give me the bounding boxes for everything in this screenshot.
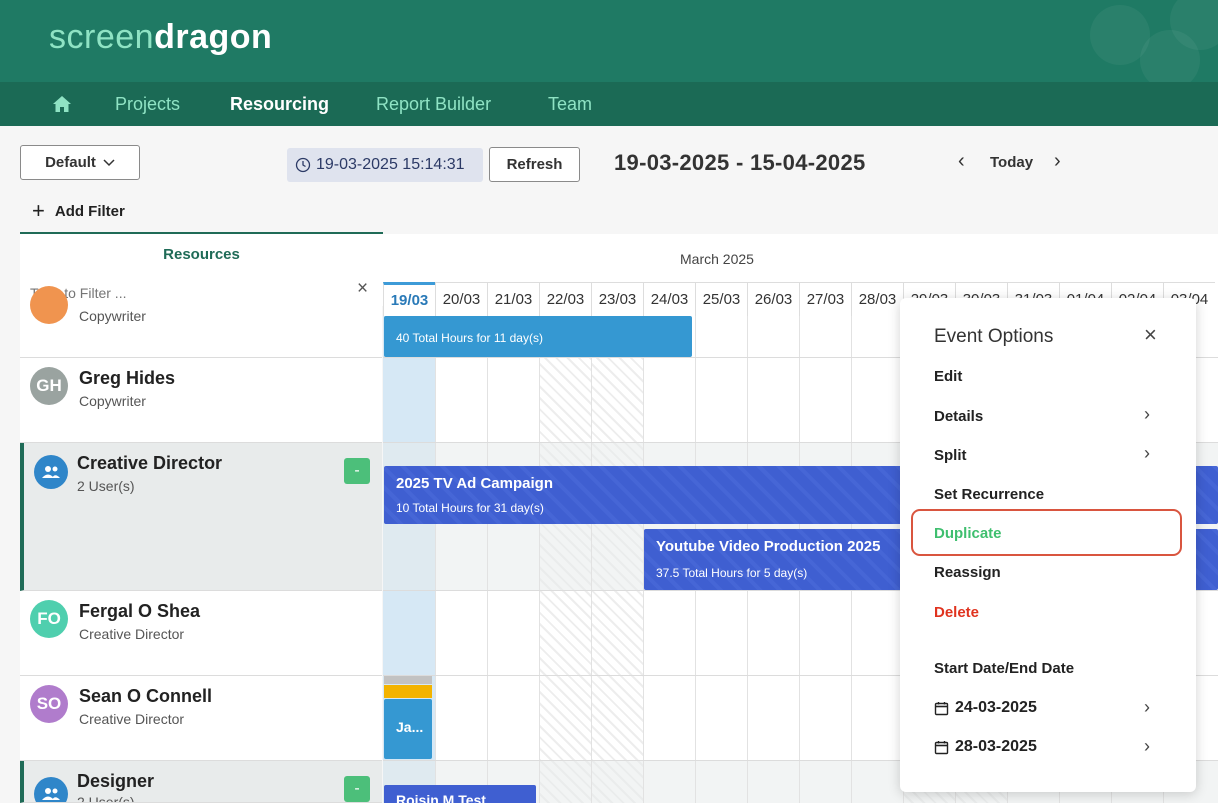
logo[interactable]: screendragon — [49, 18, 272, 57]
event-marker — [384, 676, 432, 684]
resource-filter-input[interactable] — [30, 285, 330, 301]
chevron-down-icon — [103, 158, 115, 166]
event-bar[interactable]: 40 Total Hours for 11 day(s) — [384, 316, 692, 357]
main-nav: Projects Resourcing Report Builder Team — [0, 82, 1218, 126]
event-bar[interactable]: Ja... — [384, 699, 432, 759]
dates-heading: Start Date/End Date — [934, 660, 1075, 677]
nav-report-builder[interactable]: Report Builder — [376, 94, 491, 115]
nav-projects[interactable]: Projects — [115, 94, 180, 115]
start-date-row[interactable]: 24-03-2025 — [934, 699, 1037, 717]
avatar — [30, 286, 68, 324]
day-header[interactable]: 21/03 — [487, 282, 539, 316]
group-icon — [34, 455, 68, 489]
resource-row[interactable]: SO Sean O Connell Creative Director — [20, 676, 382, 761]
resource-group-row[interactable]: Designer 2 User(s) - — [20, 761, 382, 803]
avatar: FO — [30, 600, 68, 638]
resource-row[interactable]: FO Fergal O Shea Creative Director — [20, 591, 382, 676]
resource-row[interactable]: GH Greg Hides Copywriter — [20, 358, 382, 443]
resource-row[interactable]: Copywriter — [20, 286, 382, 358]
clock-icon — [295, 157, 311, 173]
close-icon[interactable]: × — [1144, 322, 1157, 348]
avatar: GH — [30, 367, 68, 405]
option-set-recurrence[interactable]: Set Recurrence — [934, 486, 1044, 503]
day-header[interactable]: 23/03 — [591, 282, 643, 316]
popup-title: Event Options — [934, 326, 1054, 347]
option-delete[interactable]: Delete — [934, 604, 979, 621]
date-range-title: 19-03-2025 - 15-04-2025 — [614, 150, 866, 175]
calendar-icon — [934, 701, 949, 715]
day-header[interactable]: 20/03 — [435, 282, 487, 316]
option-details[interactable]: Details — [934, 408, 983, 425]
calendar-icon — [934, 740, 949, 754]
day-header[interactable]: 27/03 — [799, 282, 851, 316]
add-filter-button[interactable]: + Add Filter — [32, 198, 125, 224]
chevron-right-icon[interactable]: › — [1144, 404, 1150, 425]
option-reassign[interactable]: Reassign — [934, 564, 1001, 581]
option-split[interactable]: Split — [934, 447, 967, 464]
day-header[interactable]: 25/03 — [695, 282, 747, 316]
refresh-button[interactable]: Refresh — [489, 147, 580, 182]
event-bar[interactable]: Roisin M Test — [384, 785, 536, 803]
view-dropdown[interactable]: Default — [20, 145, 140, 180]
plus-icon: + — [32, 198, 45, 223]
nav-resourcing[interactable]: Resourcing — [230, 94, 329, 115]
month-label: March 2025 — [680, 251, 754, 267]
collapse-group-button[interactable]: - — [344, 458, 370, 484]
chevron-right-icon[interactable]: › — [1144, 443, 1150, 464]
event-options-popup: Event Options × Edit Details › Split › S… — [900, 298, 1196, 792]
clear-filter-icon[interactable]: × — [357, 278, 368, 300]
last-updated: 19-03-2025 15:14:31 — [287, 148, 483, 182]
today-button[interactable]: Today — [990, 154, 1033, 171]
next-period-button[interactable]: › — [1054, 150, 1061, 173]
resources-title: Resources — [163, 246, 240, 263]
end-date-row[interactable]: 28-03-2025 — [934, 738, 1037, 756]
option-edit[interactable]: Edit — [934, 368, 962, 385]
resource-group-row[interactable]: Creative Director 2 User(s) - — [20, 443, 382, 591]
resources-panel-header: Resources × — [20, 232, 383, 306]
home-icon[interactable] — [52, 95, 72, 113]
collapse-group-button[interactable]: - — [344, 776, 370, 802]
day-header[interactable]: 24/03 — [643, 282, 695, 316]
chevron-right-icon[interactable]: › — [1144, 736, 1150, 757]
day-header[interactable]: 22/03 — [539, 282, 591, 316]
day-header[interactable]: 26/03 — [747, 282, 799, 316]
brand-bar: screendragon — [0, 0, 1218, 82]
avatar: SO — [30, 685, 68, 723]
prev-period-button[interactable]: ‹ — [958, 150, 965, 173]
day-header[interactable]: 19/03 — [383, 282, 435, 316]
group-icon — [34, 777, 68, 802]
option-duplicate[interactable]: Duplicate — [934, 525, 1002, 542]
event-marker — [384, 685, 432, 698]
day-header[interactable]: 28/03 — [851, 282, 903, 316]
nav-team[interactable]: Team — [548, 94, 592, 115]
chevron-right-icon[interactable]: › — [1144, 697, 1150, 718]
